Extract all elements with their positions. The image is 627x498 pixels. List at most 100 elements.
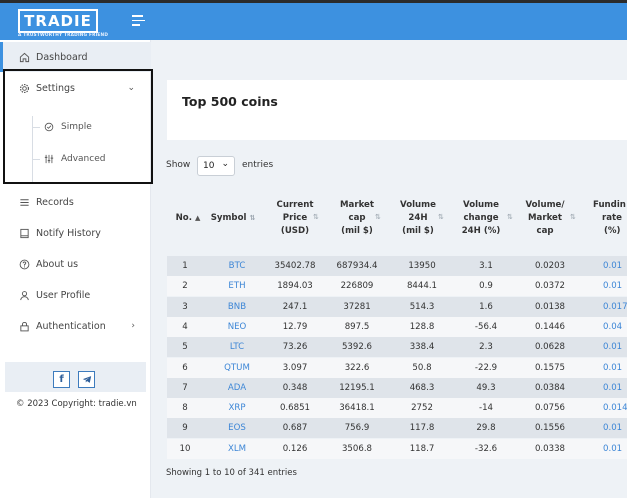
cell-volume: 468.3 [409,382,435,393]
cell-volume-change: -22.9 [474,362,498,373]
copyright: © 2023 Copyright: tradie.vn [16,399,137,409]
cell-funding-rate: 0.01 [603,443,623,454]
cell-no: 6 [182,362,188,373]
header-text: cap [536,226,554,236]
sidebar-item-user-profile[interactable]: User Profile [0,280,151,310]
header-text: Volume [463,200,499,210]
telegram-icon[interactable] [78,371,95,388]
facebook-icon[interactable]: f [53,371,70,388]
sidebar-item-notify-history[interactable]: Notify History [0,218,151,248]
submenu-item-advanced[interactable]: Advanced [44,149,105,169]
sidebar-item-label: Records [36,196,74,208]
cell-market-cap: 3506.8 [341,443,373,454]
header-text: Market [339,200,374,210]
header-text: No. [175,213,192,223]
cell-symbol[interactable]: XRP [207,398,267,418]
cell-market-cap: 756.9 [344,423,370,434]
cell-volume-market-cap: 0.0338 [534,443,566,454]
entries-label: entries [242,160,274,170]
column-header-symbol[interactable]: Symbol ⇅ [208,212,258,225]
cell-volume-market-cap: 0.0628 [534,342,566,353]
column-header-funding-rate[interactable]: Fundin rate (%) [588,199,627,238]
sidebar-item-about-us[interactable]: About us [0,249,151,279]
cell-funding-rate: 0.01 [603,382,623,393]
cell-price: 0.687 [282,423,308,434]
cell-volume-change: 49.3 [476,382,496,393]
book-icon [19,228,30,239]
table-row[interactable]: 7 ADA 0.348 12195.1 468.3 49.3 0.0384 0.01 [167,377,627,398]
cell-market-cap: 226809 [340,281,374,292]
cell-symbol[interactable]: EOS [207,418,267,438]
cell-volume-change: 29.8 [476,423,496,434]
cell-volume-change: -14 [478,403,494,414]
submenu-item-simple[interactable]: Simple [44,117,92,137]
cell-no: 10 [179,443,191,454]
cell-symbol[interactable]: ADA [207,378,267,398]
chevron-down-icon: ⌄ [221,159,229,169]
table-row[interactable]: 3 BNB 247.1 37281 514.3 1.6 0.0138 0.017 [167,296,627,317]
cell-price: 35402.78 [274,261,316,271]
cell-symbol[interactable]: XLM [207,439,267,459]
gear-icon [19,83,30,94]
sidebar-item-authentication[interactable]: Authentication › [0,311,151,341]
menu-toggle-icon[interactable] [132,15,145,26]
column-header-volume-change[interactable]: Volume change 24H (%) [452,199,510,238]
table-row[interactable]: 1 BTC 35402.78 687934.4 13950 3.1 0.0203 0.01 [167,256,627,276]
cell-symbol[interactable]: BTC [207,256,267,276]
title-card: Top 500 coins [167,80,627,140]
pagination-info: Showing 1 to 10 of 341 entries [166,468,297,478]
sort-icon: ⇅ [313,213,319,221]
sidebar-item-label: User Profile [36,289,91,301]
cell-symbol[interactable]: ETH [207,276,267,296]
header-text: rate [602,213,622,223]
sidebar-item-records[interactable]: Records [0,187,151,217]
header-text: (%) [604,226,621,236]
cell-market-cap: 687934.4 [336,261,378,271]
column-header-volume-market-cap[interactable]: Volume/ Market cap [514,199,576,238]
cell-no: 9 [182,423,188,434]
sidebar-item-label: Notify History [36,227,101,239]
header-text: Volume [400,200,436,210]
cell-market-cap: 12195.1 [339,382,375,393]
sidebar-item-settings[interactable]: Settings ⌄ [0,73,151,103]
table-row[interactable]: 2 ETH 1894.03 226809 8444.1 0.9 0.0372 0.01 [167,276,627,297]
cell-symbol[interactable]: BNB [207,297,267,317]
header-text: (mil $) [402,226,434,236]
sidebar-item-dashboard[interactable]: Dashboard [0,42,151,72]
cell-symbol[interactable]: QTUM [207,358,267,378]
list-icon [19,197,30,208]
header-text: Market [527,213,562,223]
cell-no: 1 [182,261,188,271]
cell-symbol[interactable]: LTC [207,337,267,357]
cell-symbol[interactable]: NEO [207,317,267,337]
submenu-connector [32,127,40,128]
table-row[interactable]: 4 NEO 12.79 897.5 128.8 -56.4 0.1446 0.04 [167,316,627,337]
table-row[interactable]: 6 QTUM 3.097 322.6 50.8 -22.9 0.1575 0.01 [167,357,627,378]
column-header-no[interactable]: No. ▲ [168,212,208,225]
header-text: Symbol [210,213,247,223]
entries-select[interactable]: 10 ⌄ [197,156,235,176]
table-row[interactable]: 5 LTC 73.26 5392.6 338.4 2.3 0.0628 0.01 [167,337,627,358]
logo[interactable]: TRADIE [18,9,98,33]
table-row[interactable]: 10 XLM 0.126 3506.8 118.7 -32.6 0.0338 0.01 [167,438,627,459]
header-text: (USD) [280,226,310,236]
cell-volume: 118.7 [409,443,435,454]
table-row[interactable]: 9 EOS 0.687 756.9 117.8 29.8 0.1556 0.01 [167,418,627,439]
cell-no: 8 [182,403,188,414]
header-text: Volume/ [525,200,565,210]
cell-volume-market-cap: 0.0756 [534,403,566,414]
cell-price: 12.79 [282,321,308,332]
entries-select-value: 10 [203,161,215,171]
cell-market-cap: 37281 [343,301,371,312]
cell-volume-market-cap: 0.0203 [534,261,566,271]
cell-funding-rate: 0.014 [603,403,627,414]
cell-no: 7 [182,382,188,393]
table-row[interactable]: 8 XRP 0.6851 36418.1 2752 -14 0.0756 0.014 [167,398,627,419]
question-circle-icon [19,259,30,270]
header-text: Fundin [593,200,626,210]
top-border [0,0,627,3]
logo-tagline: A TRUSTWORTHY TRADING FRIEND [18,33,109,38]
cell-market-cap: 5392.6 [341,342,373,353]
sidebar: Dashboard Settings ⌄ Simple Advanced Rec… [0,40,151,498]
lock-icon [19,321,30,332]
